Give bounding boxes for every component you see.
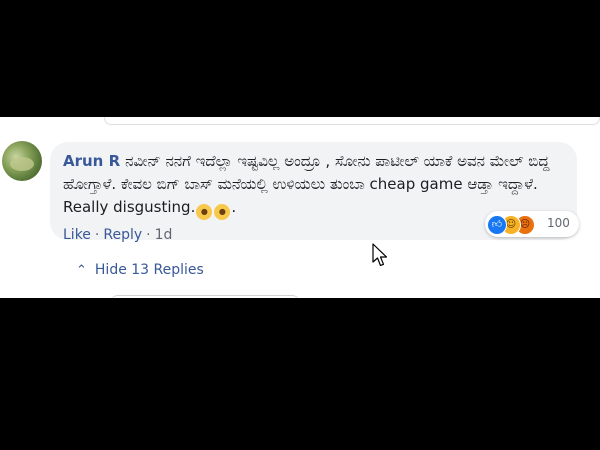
angry-face-emoji: ●: [196, 204, 213, 220]
chevron-up-icon: ⌃: [76, 263, 87, 278]
reaction-count: 100: [547, 216, 570, 230]
previous-comment-bubble-edge: [104, 117, 600, 125]
like-icon: 👍︎: [487, 215, 507, 235]
hide-replies-label: Hide 13 Replies: [94, 262, 204, 278]
separator: ·: [94, 227, 100, 243]
comment-text: Arun R ನವೀನ್ ನನಗೆ ಇದೆಲ್ಲಾ ಇಷ್ಟವಿಲ್ಲ ಅಂದ್ರ…: [63, 150, 563, 220]
separator: ·: [146, 227, 151, 243]
comment-panel: Arun R ನವೀನ್ ನನಗೆ ಇದೆಲ್ಲಾ ಇಷ್ಟವಿಲ್ಲ ಅಂದ್ರ…: [0, 117, 600, 298]
like-link[interactable]: Like: [63, 227, 91, 243]
mouse-cursor-icon: [372, 243, 388, 267]
comment-end-punct: .: [231, 198, 237, 216]
avatar[interactable]: [2, 141, 42, 181]
author-name[interactable]: Arun R: [63, 152, 120, 170]
bottom-black-band: [0, 298, 600, 450]
comment-body: ನವೀನ್ ನನಗೆ ಇದೆಲ್ಲಾ ಇಷ್ಟವಿಲ್ಲ ಅಂದ್ರೂ , ಸೋ…: [63, 152, 550, 216]
reply-link[interactable]: Reply: [103, 227, 142, 243]
hide-replies-button[interactable]: ⌃ Hide 13 Replies: [76, 262, 204, 278]
reactions-summary[interactable]: 👍︎ ☺ ☹ 100: [485, 211, 579, 237]
angry-face-emoji: ●: [214, 204, 231, 220]
comment-actions: Like · Reply · 1d: [63, 227, 172, 243]
top-black-band: [0, 0, 600, 117]
timestamp[interactable]: 1d: [155, 227, 173, 243]
